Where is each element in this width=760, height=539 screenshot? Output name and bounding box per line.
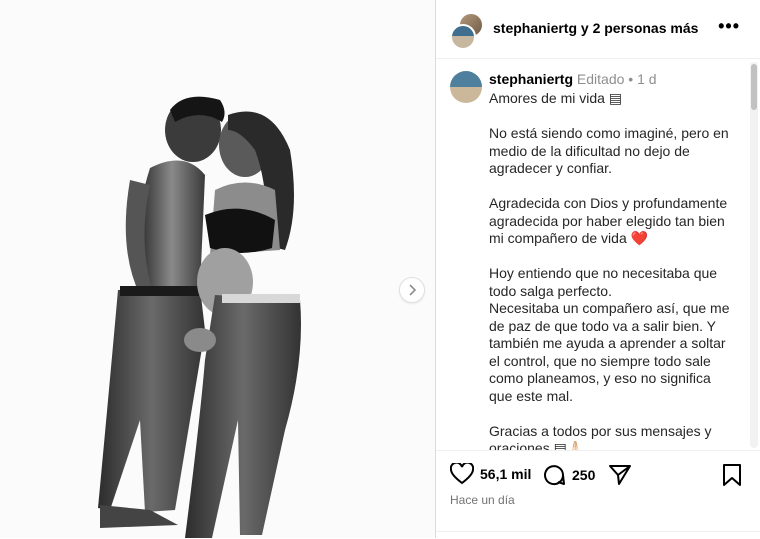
bookmark-icon[interactable] xyxy=(722,463,742,487)
likes-count[interactable]: 56,1 mil xyxy=(480,466,531,482)
caption-username[interactable]: stephaniertg xyxy=(489,71,573,87)
share-button[interactable] xyxy=(608,463,632,487)
more-horizontal-icon: ••• xyxy=(718,16,740,36)
collab-avatars[interactable] xyxy=(450,12,484,50)
post-header: stephaniertg y 2 personas más ••• xyxy=(436,0,760,59)
caption-time[interactable]: 1 d xyxy=(637,71,656,87)
edited-label: Editado xyxy=(576,71,625,87)
heart-icon[interactable] xyxy=(450,463,474,485)
more-options-button[interactable]: ••• xyxy=(718,16,740,37)
like-button[interactable]: 56,1 mil xyxy=(450,463,531,485)
post-authors[interactable]: stephaniertg y 2 personas más xyxy=(493,20,698,36)
caption-line: Amores de mi vida ▤ xyxy=(489,90,623,106)
save-button[interactable] xyxy=(722,463,742,487)
caption-section: stephaniertg Editado • 1 d Amores de mi … xyxy=(436,59,760,450)
post-actions: 56,1 mil 250 Hace un día xyxy=(436,450,760,539)
dot-separator: • xyxy=(628,71,634,87)
caption-paragraph: Necesitaba un compañero así, que me de p… xyxy=(489,300,730,404)
scrollbar-thumb[interactable] xyxy=(751,64,757,110)
caption-text: Amores de mi vida ▤ No está siendo como … xyxy=(489,90,737,450)
caption-paragraph: Agradecida con Dios y profundamente agra… xyxy=(489,195,728,246)
avatar[interactable] xyxy=(450,24,476,50)
post-timestamp[interactable]: Hace un día xyxy=(450,493,515,507)
author-username[interactable]: stephaniertg xyxy=(493,20,577,36)
comment-button[interactable]: 250 xyxy=(542,463,595,487)
paper-plane-icon[interactable] xyxy=(608,463,632,487)
comment-bubble-icon[interactable] xyxy=(542,463,566,487)
caption-header: stephaniertg Editado • 1 d xyxy=(489,71,657,87)
post-photo[interactable] xyxy=(0,0,435,538)
avatar[interactable] xyxy=(450,71,482,103)
caption-paragraph: No está siendo como imaginé, pero en med… xyxy=(489,125,729,176)
divider xyxy=(436,531,760,532)
comments-count[interactable]: 250 xyxy=(572,467,595,483)
caption-paragraph: Gracias a todos por sus mensajes y oraci… xyxy=(489,422,712,451)
caption-scrollbar[interactable] xyxy=(750,62,758,448)
caption-paragraph: Hoy entiendo que no necesitaba que todo … xyxy=(489,265,718,299)
next-photo-button[interactable] xyxy=(399,277,425,303)
author-others[interactable]: y 2 personas más xyxy=(577,20,699,36)
couple-photo-image xyxy=(0,0,435,538)
chevron-right-icon xyxy=(407,284,417,296)
post-side-panel: stephaniertg y 2 personas más ••• stepha… xyxy=(436,0,760,538)
